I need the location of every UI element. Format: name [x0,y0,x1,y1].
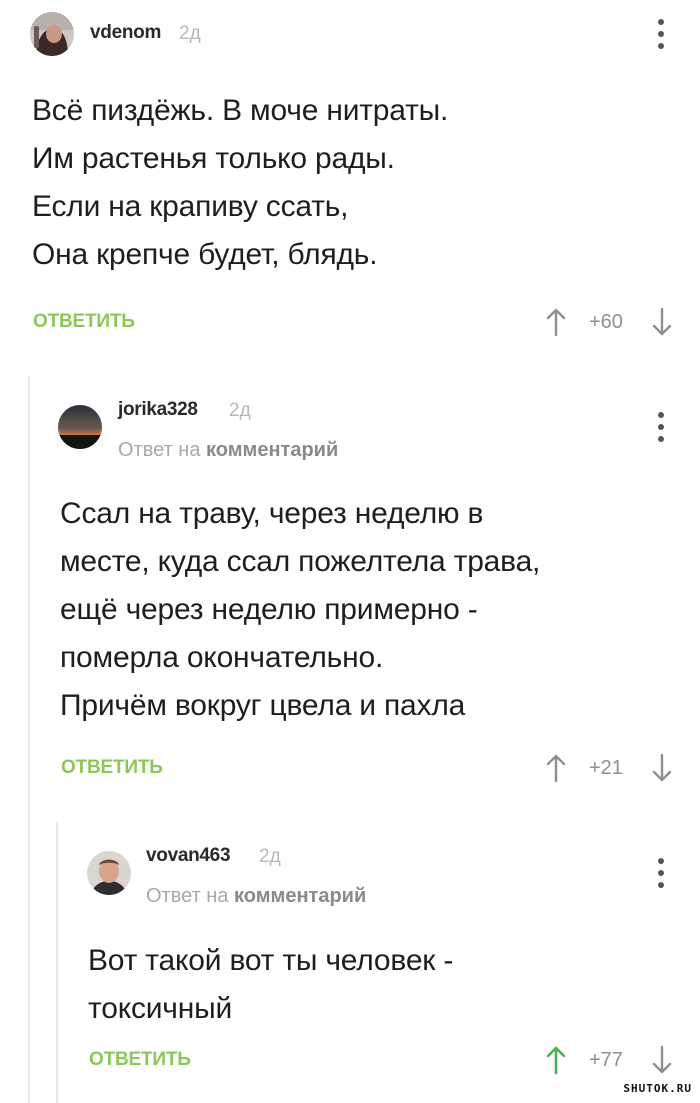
comment-line: Она крепче будет, блядь. [32,238,378,271]
reply-to: Ответ на комментарий [146,885,366,908]
rating-value: +77 [589,1049,623,1071]
comment-line: Им растенья только рады. [32,142,395,175]
comment-jorika328: jorika328 2д Ответ на комментарий Ссал н… [0,370,700,800]
avatar[interactable] [58,405,102,449]
avatar[interactable] [87,851,131,895]
comment-vovan463: vovan463 2д Ответ на комментарий Вот так… [0,815,700,1103]
comment-line: ещё через неделю примерно - [60,593,478,626]
comment-line: Если на крапиву ссать, [32,190,349,223]
reply-to: Ответ на комментарий [118,439,338,462]
comment-line: померла окончательно. [60,641,384,674]
comment-body: Всё пиздёжь. В моче нитраты. Им растенья… [32,87,448,279]
vertical-dots-icon[interactable] [651,410,671,444]
reply-button[interactable]: ОТВЕТИТЬ [33,311,135,333]
comment-line: Ссал на траву, через неделю в [60,497,484,530]
comment-vdenom: vdenom 2д Всё пиздёжь. В моче нитраты. И… [0,0,700,360]
timestamp: 2д [259,846,281,867]
reply-to-link[interactable]: комментарий [234,885,366,907]
rating-value: +60 [589,311,623,333]
arrow-up-icon[interactable] [545,1045,567,1075]
comment-line: токсичный [88,992,233,1025]
arrow-up-icon[interactable] [545,753,567,783]
reply-to-prefix: Ответ на [146,885,229,907]
rating-value: +21 [589,757,623,779]
vertical-dots-icon[interactable] [651,856,671,890]
comment-body: Ссал на траву, через неделю в месте, куд… [60,490,540,730]
rating-control: +77 [545,1045,675,1075]
arrow-down-icon[interactable] [651,307,673,337]
comment-line: месте, куда ссал пожелтела трава, [60,545,541,578]
reply-to-prefix: Ответ на [118,439,201,461]
timestamp: 2д [229,400,251,421]
arrow-down-icon[interactable] [651,753,673,783]
reply-button[interactable]: ОТВЕТИТЬ [61,757,163,779]
arrow-down-icon[interactable] [651,1045,673,1075]
reply-button[interactable]: ОТВЕТИТЬ [89,1049,191,1071]
comment-body: Вот такой вот ты человек - токсичный [88,937,453,1033]
comment-line: Вот такой вот ты человек - [88,944,454,977]
username[interactable]: vovan463 [146,845,231,867]
comment-line: Причём вокруг цвела и пахла [60,689,466,722]
arrow-up-icon[interactable] [545,307,567,337]
rating-control: +60 [545,307,675,337]
username[interactable]: jorika328 [118,399,198,421]
rating-control: +21 [545,753,675,783]
timestamp: 2д [179,23,201,44]
vertical-dots-icon[interactable] [651,17,671,51]
avatar[interactable] [30,12,74,56]
reply-to-link[interactable]: комментарий [206,439,338,461]
watermark: SHUTOK.RU [623,1082,692,1095]
username[interactable]: vdenom [90,22,161,44]
comment-line: Всё пиздёжь. В моче нитраты. [32,94,449,127]
